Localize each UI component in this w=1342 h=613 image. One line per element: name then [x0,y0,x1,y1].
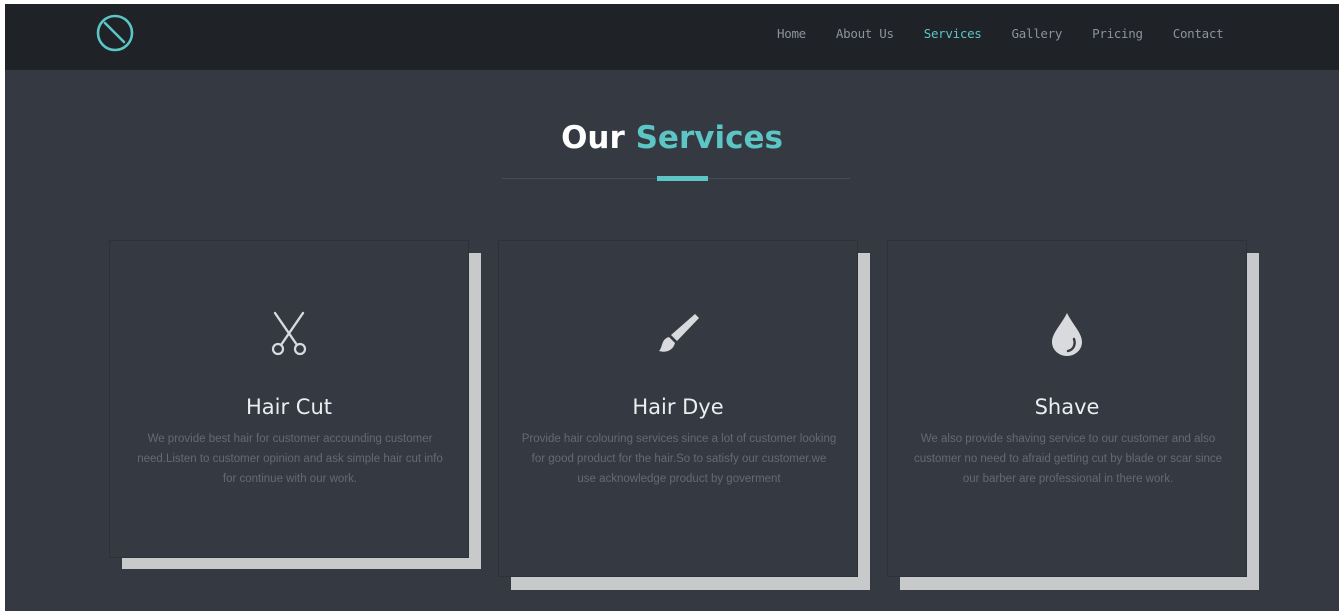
card-shadow [900,577,1259,590]
droplet-icon [1052,313,1082,356]
page-frame: Home About Us Services Gallery Pricing C… [5,4,1339,611]
card-shadow [468,253,481,569]
logo-icon[interactable] [95,13,135,53]
card-title: Hair Cut [245,395,332,419]
card-icon-wrap [499,311,857,357]
section-title-main: Our [561,120,625,156]
card-shadow [857,253,870,590]
card-description: We provide best hair for customer accoun… [137,433,443,485]
service-card-hair-cut: Hair Cut We provide best hair for custom… [109,240,469,558]
card-description: Provide hair colouring services since a … [521,433,837,485]
nav-link-gallery[interactable]: Gallery [1012,26,1063,41]
card-description: We also provide shaving service to our c… [913,433,1223,485]
section-title: Our Services [5,120,1339,156]
nav-link-contact[interactable]: Contact [1173,26,1224,41]
nav-link-about-us[interactable]: About Us [836,26,894,41]
title-accent-bar [657,176,708,181]
paintbrush-icon [659,314,699,352]
card-shadow [511,577,870,590]
card-title: Shave [1034,395,1100,419]
navbar: Home About Us Services Gallery Pricing C… [5,4,1339,70]
section-title-accent: Services [635,120,783,156]
nav-link-pricing[interactable]: Pricing [1092,26,1143,41]
card-shadow [1246,253,1259,590]
card-shadow [122,557,481,569]
nav-link-home[interactable]: Home [777,26,806,41]
nav-link-services[interactable]: Services [924,26,982,41]
service-card-shave: Shave We also provide shaving service to… [887,240,1247,577]
nav-menu: Home About Us Services Gallery Pricing C… [777,26,1253,41]
card-icon-wrap [110,311,468,357]
card-icon-wrap [888,311,1246,357]
card-title: Hair Dye [632,395,724,419]
scissors-icon [271,311,307,356]
service-card-hair-dye: Hair Dye Provide hair colouring services… [498,240,858,577]
